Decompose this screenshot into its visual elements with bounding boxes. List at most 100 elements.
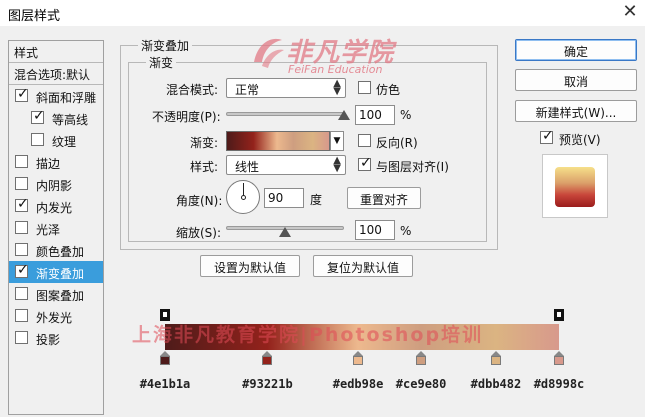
cancel-button[interactable]: 取消: [515, 69, 637, 91]
sidebar-item[interactable]: 外发光: [9, 305, 103, 327]
sidebar-item[interactable]: 投影: [9, 327, 103, 349]
sidebar-item-checkbox[interactable]: [15, 309, 28, 322]
blend-mode-select[interactable]: 正常 ▲ ▼: [226, 78, 346, 98]
check-icon: ✓: [360, 155, 372, 171]
select-arrows-icon: ▲ ▼: [333, 78, 341, 97]
new-style-button[interactable]: 新建样式(W)...: [515, 100, 637, 122]
color-stop-marker[interactable]: [262, 351, 273, 365]
scale-slider-thumb[interactable]: [279, 227, 291, 237]
sidebar-item-label: 描边: [36, 157, 61, 171]
align-with-layer-checkbox[interactable]: ✓: [358, 155, 372, 171]
sidebar-item-label: 颜色叠加: [36, 245, 85, 259]
opacity-slider-thumb[interactable]: [338, 110, 350, 120]
gradient-swatch[interactable]: [226, 131, 330, 151]
scale-input[interactable]: 100: [355, 220, 395, 240]
select-arrows-icon: ▲ ▼: [333, 155, 341, 174]
close-icon[interactable]: ✕: [620, 1, 640, 22]
gradient-subgroup-title: 渐变: [146, 54, 177, 71]
preview-checkbox[interactable]: ✓: [540, 128, 554, 144]
check-icon: ✓: [33, 108, 45, 124]
scale-label: 缩放(S):: [176, 226, 222, 240]
sidebar-item[interactable]: ✓ 内发光: [9, 195, 103, 217]
color-stop-hex-label: #edb98e: [332, 377, 384, 391]
preview-thumbnail: [542, 154, 608, 218]
angle-dial[interactable]: [226, 180, 260, 214]
sidebar-item-label: 纹理: [52, 135, 77, 149]
sidebar-item-checkbox[interactable]: ✓: [15, 86, 29, 102]
style-select[interactable]: 线性 ▲ ▼: [226, 155, 346, 175]
opacity-slider-track[interactable]: [226, 112, 344, 116]
sidebar-item-checkbox[interactable]: ✓: [31, 108, 45, 124]
sidebar-item-checkbox[interactable]: [15, 287, 28, 300]
sidebar-item[interactable]: 描边: [9, 151, 103, 173]
sidebar-item-label: 渐变叠加: [36, 267, 85, 281]
sidebar-item-checkbox[interactable]: [15, 243, 28, 256]
sidebar-item-label: 内阴影: [36, 179, 73, 193]
sidebar-item-checkbox[interactable]: [31, 133, 44, 146]
angle-input[interactable]: 90: [264, 188, 304, 208]
ok-button[interactable]: 确定: [515, 39, 637, 61]
reverse-checkbox[interactable]: [358, 134, 371, 147]
scale-percent: %: [400, 224, 412, 238]
sidebar-item-checkbox[interactable]: [15, 331, 28, 344]
gradient-dropdown-icon[interactable]: ▼: [330, 131, 344, 151]
blend-options-item[interactable]: 混合选项:默认: [9, 63, 103, 85]
preview-swatch: [555, 167, 595, 207]
color-stop-marker[interactable]: [416, 351, 427, 365]
gradient-label: 渐变:: [190, 136, 219, 150]
opacity-label: 不透明度(P):: [152, 110, 221, 124]
sidebar-item[interactable]: 颜色叠加: [9, 239, 103, 261]
sidebar-item-checkbox[interactable]: [15, 221, 28, 234]
check-icon: ✓: [17, 196, 29, 212]
color-stop-hex-label: #4e1b1a: [139, 377, 191, 391]
sidebar-item-label: 内发光: [36, 201, 73, 215]
check-icon: ✓: [17, 86, 29, 102]
sidebar-item-checkbox[interactable]: ✓: [15, 262, 29, 278]
reset-default-button[interactable]: 复位为默认值: [313, 255, 413, 277]
opacity-stop-marker[interactable]: [554, 309, 564, 321]
sidebar-item[interactable]: 图案叠加: [9, 283, 103, 305]
sidebar-item-checkbox[interactable]: ✓: [15, 196, 29, 212]
color-stop-hex-label: #93221b: [242, 377, 293, 391]
course-watermark: 上海非凡教育学院|Photoshop培训: [132, 324, 484, 346]
sidebar-item[interactable]: ✓ 渐变叠加: [9, 261, 103, 283]
styles-sidebar: 样式 混合选项:默认 ✓ 斜面和浮雕 ✓ 等高线纹理描边内阴影 ✓ 内发光光泽颜色叠加 ✓ 渐…: [8, 40, 104, 415]
sidebar-item-label: 投影: [36, 333, 61, 347]
sidebar-item[interactable]: 纹理: [9, 129, 103, 151]
opacity-percent: %: [400, 108, 412, 122]
style-value: 线性: [235, 160, 260, 174]
sidebar-item[interactable]: ✓ 斜面和浮雕: [9, 85, 103, 107]
sidebar-item-checkbox[interactable]: [15, 177, 28, 190]
sidebar-item[interactable]: 光泽: [9, 217, 103, 239]
style-label: 样式:: [190, 160, 219, 174]
color-stop-marker[interactable]: [353, 351, 364, 365]
blend-mode-value: 正常: [235, 83, 260, 97]
sidebar-item-label: 光泽: [36, 223, 61, 237]
degree-unit: 度: [310, 193, 323, 207]
blend-mode-label: 混合模式:: [166, 83, 219, 97]
sidebar-item[interactable]: 内阴影: [9, 173, 103, 195]
brand-logo-icon: [254, 38, 284, 68]
sidebar-item-label: 斜面和浮雕: [36, 91, 97, 105]
sidebar-item-checkbox[interactable]: [15, 155, 28, 168]
color-stop-marker[interactable]: [160, 351, 170, 365]
sidebar-item-label: 等高线: [52, 113, 89, 127]
angle-dial-center: [241, 195, 246, 200]
window-title: 图层样式: [8, 9, 61, 24]
color-stop-hex-label: #ce9e80: [395, 377, 447, 391]
set-default-button[interactable]: 设置为默认值: [200, 255, 300, 277]
color-stop-marker[interactable]: [554, 351, 564, 365]
color-stop-hex-label: #d8998c: [533, 377, 585, 391]
dither-checkbox[interactable]: [358, 81, 371, 94]
angle-label: 角度(N):: [176, 194, 223, 208]
align-with-layer-label: 与图层对齐(I): [376, 160, 449, 174]
check-icon: ✓: [542, 128, 554, 144]
opacity-input[interactable]: 100: [355, 105, 395, 125]
color-stop-marker[interactable]: [490, 351, 501, 365]
sidebar-item-label: 外发光: [36, 311, 73, 325]
sidebar-header: 样式: [9, 41, 103, 63]
color-stop-hex-label: #dbb482: [470, 377, 522, 391]
reset-alignment-button[interactable]: 重置对齐: [347, 187, 421, 209]
sidebar-item[interactable]: ✓ 等高线: [9, 107, 103, 129]
preview-label: 预览(V): [559, 133, 601, 147]
